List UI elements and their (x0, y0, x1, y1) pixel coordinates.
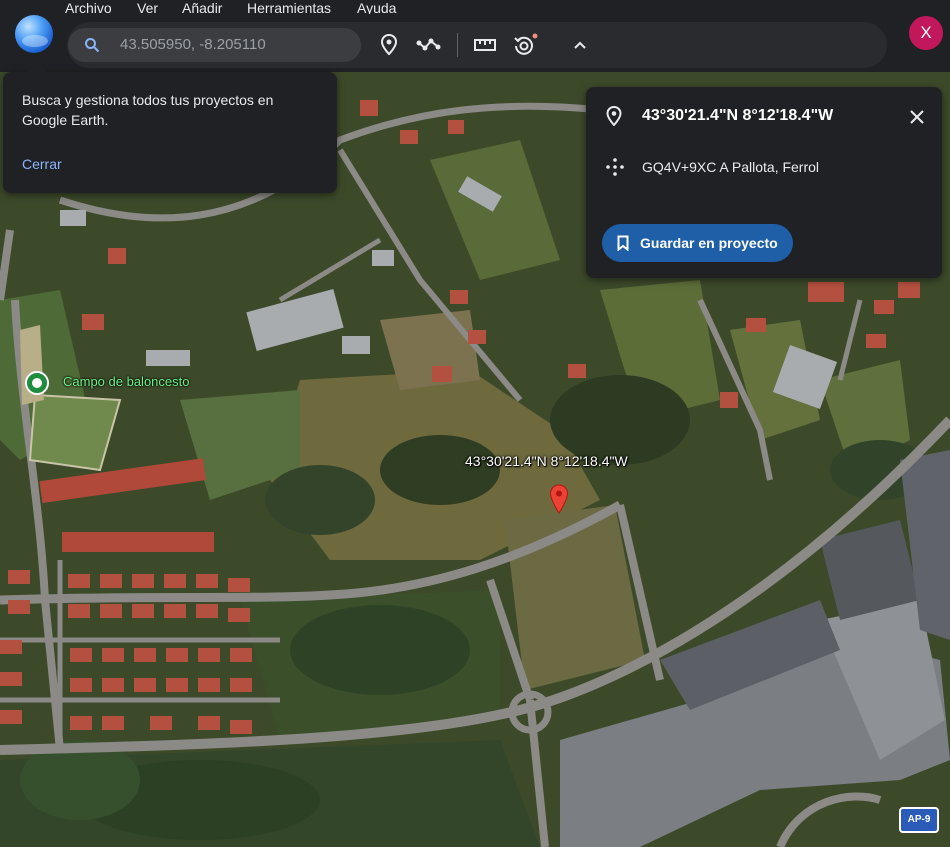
search-box[interactable] (68, 28, 361, 62)
path-button[interactable] (415, 31, 443, 59)
collapse-toolbar-button[interactable] (566, 31, 594, 59)
projects-tooltip: Busca y gestiona todos tus proyectos en … (3, 62, 337, 193)
measure-button[interactable] (471, 31, 499, 59)
card-plus-code: GQ4V+9XC A Pallota, Ferrol (642, 159, 820, 175)
tooltip-close-link[interactable]: Cerrar (22, 155, 62, 173)
bookmark-icon (617, 235, 629, 251)
place-marker-button[interactable] (375, 31, 403, 59)
historical-imagery-icon (514, 33, 538, 55)
historical-imagery-button[interactable] (511, 31, 539, 59)
save-to-project-button[interactable]: Guardar en proyecto (602, 224, 793, 262)
ruler-icon (474, 39, 496, 51)
account-avatar[interactable]: X (909, 16, 943, 50)
poi-label-basketball-court[interactable]: Campo de baloncesto (63, 374, 189, 390)
logo-shine (22, 35, 48, 47)
basketball-court-marker[interactable] (25, 371, 49, 395)
pin-coordinates-label: 43°30'21.4"N 8°12'18.4"W (465, 453, 628, 469)
google-earth-logo[interactable] (15, 15, 53, 53)
close-icon[interactable] (906, 106, 928, 128)
toolbar-separator (457, 33, 458, 57)
poi-dot (32, 378, 42, 388)
location-pin-icon (606, 106, 622, 126)
place-marker-icon (380, 34, 398, 56)
road-shield-ap9: AP-9 (899, 807, 939, 833)
search-icon[interactable] (84, 37, 100, 53)
card-coordinates: 43°30'21.4"N 8°12'18.4"W (642, 107, 834, 124)
chevron-up-icon (574, 41, 586, 49)
location-pin-marker-icon[interactable] (549, 484, 569, 514)
save-to-project-label: Guardar en proyecto (640, 235, 778, 251)
tooltip-text: Busca y gestiona todos tus proyectos en … (22, 92, 274, 128)
search-input[interactable] (120, 28, 350, 62)
place-info-card: 43°30'21.4"N 8°12'18.4"W GQ4V+9XC A Pall… (586, 87, 942, 278)
path-icon (416, 38, 441, 51)
plus-code-icon (606, 158, 624, 176)
